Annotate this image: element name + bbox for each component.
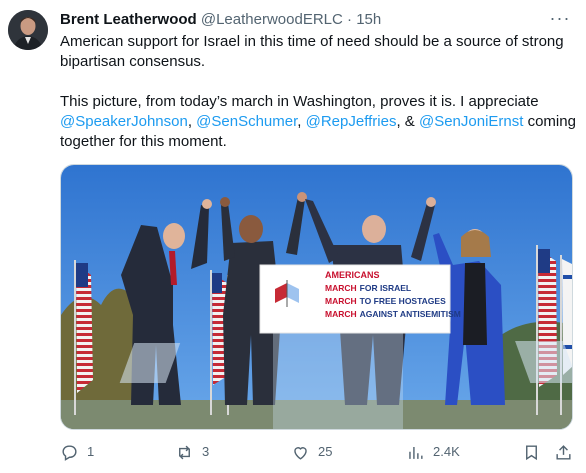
rally-photo: AMERICANS MARCH FOR ISRAEL MARCH TO FREE H… — [61, 165, 572, 429]
action-bar: 1 3 25 2.4K — [60, 440, 576, 464]
sign-line-1: AMERICANS — [325, 270, 380, 280]
bookmark-icon — [526, 444, 537, 460]
separator-dot: · — [347, 11, 353, 28]
author-handle[interactable]: @LeatherwoodERLC — [201, 11, 343, 28]
podium-sign: AMERICANS MARCH FOR ISRAEL MARCH TO FREE H… — [259, 264, 461, 334]
sign-line-2-text: FOR ISRAEL — [360, 283, 411, 293]
reply-icon — [62, 444, 77, 461]
sign-line-3: MARCH TO FREE HOSTAGES — [325, 296, 446, 306]
avatar-photo — [8, 10, 48, 50]
tweet-text-separator: , & — [396, 113, 419, 130]
sign-line-3-text: TO FREE HOSTAGES — [360, 296, 446, 306]
sign-line-4: MARCH AGAINST ANTISEMITISM — [325, 309, 461, 319]
tweet-paragraph-2: This picture, from today’s march in Wash… — [60, 92, 580, 152]
sign-line-4-text: AGAINST ANTISEMITISM — [360, 309, 461, 319]
sign-march-word: MARCH — [325, 309, 357, 319]
mention-senjoniernst[interactable]: @SenJoniErnst — [419, 113, 523, 130]
sign-line-2: MARCH FOR ISRAEL — [325, 283, 411, 293]
heart-icon — [294, 446, 307, 460]
reply-button[interactable]: 1 — [60, 440, 94, 464]
like-button[interactable]: 25 — [291, 440, 332, 464]
views-button[interactable]: 2.4K — [406, 440, 460, 464]
sign-march-word: MARCH — [325, 283, 357, 293]
tweet[interactable]: Brent Leatherwood @LeatherwoodERLC · 15h… — [0, 0, 586, 473]
analytics-icon — [409, 446, 423, 459]
share-button[interactable] — [554, 440, 573, 464]
view-count: 2.4K — [433, 444, 460, 459]
tweet-paragraph-1: American support for Israel in this time… — [60, 33, 564, 70]
mention-senschumer[interactable]: @SenSchumer — [196, 113, 297, 130]
tweet-text-segment: This picture, from today’s march in Wash… — [60, 93, 539, 110]
repost-button[interactable]: 3 — [175, 440, 209, 464]
sign-march-word: MARCH — [325, 296, 357, 306]
author-name[interactable]: Brent Leatherwood — [60, 11, 197, 28]
like-count: 25 — [318, 444, 333, 459]
tweet-photo[interactable]: AMERICANS MARCH FOR ISRAEL MARCH TO FREE H… — [60, 164, 573, 430]
mention-speakerjohnson[interactable]: @SpeakerJohnson — [60, 113, 188, 130]
tweet-text-separator: , — [187, 113, 197, 130]
tweet-text-separator: , — [297, 113, 306, 130]
reply-count: 1 — [87, 444, 95, 459]
tweet-text: American support for Israel in this time… — [60, 32, 580, 152]
repost-count: 3 — [202, 444, 210, 459]
tweet-header: Brent Leatherwood @LeatherwoodERLC · 15h — [60, 10, 546, 30]
bookmark-button[interactable] — [522, 440, 541, 464]
avatar[interactable] — [8, 10, 48, 50]
repost-icon — [179, 445, 190, 459]
more-options-icon[interactable]: ··· — [548, 8, 572, 32]
share-icon — [556, 444, 571, 460]
mention-repjeffries[interactable]: @RepJeffries — [306, 113, 397, 130]
timestamp[interactable]: 15h — [356, 11, 381, 28]
